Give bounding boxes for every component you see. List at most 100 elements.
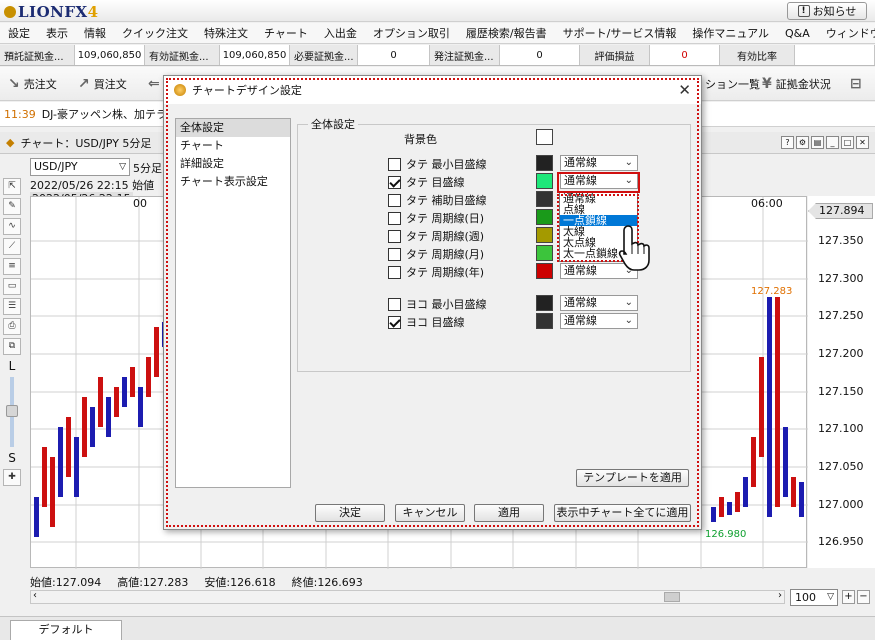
gridline-color-swatch[interactable] bbox=[536, 313, 553, 329]
gridline-setting-row: ヨコ 最小目盛線 bbox=[388, 296, 487, 312]
candle bbox=[719, 497, 724, 517]
toolbar-more-icon[interactable]: ⇐ bbox=[148, 76, 160, 92]
candle bbox=[799, 482, 804, 517]
chart-side-toolbar: ⇱ ✎ ∿ ⟋ ≡ ▭ ☰ ⎙ ⧉ L S ✚ bbox=[3, 178, 25, 508]
gridline-color-swatch[interactable] bbox=[536, 263, 553, 279]
positions-list-button[interactable]: ション一覧 bbox=[705, 76, 760, 92]
gridline-checkbox[interactable] bbox=[388, 265, 401, 279]
gridline-setting-row: タテ 周期線(月) bbox=[388, 246, 484, 262]
gridline-color-swatch[interactable] bbox=[536, 191, 553, 207]
trend-tool-icon[interactable]: ⟋ bbox=[3, 238, 21, 255]
print-icon[interactable]: ▤ bbox=[811, 136, 824, 149]
apply-all-charts-button[interactable]: 表示中チャート全てに適用 bbox=[554, 504, 691, 522]
apply-button[interactable]: 適用 bbox=[474, 504, 544, 522]
buy-order-button[interactable]: ↗ 買注文 bbox=[78, 76, 127, 92]
zoom-in-button[interactable]: + bbox=[842, 590, 855, 604]
yen-icon: ¥ bbox=[762, 76, 772, 92]
scroll-right-icon[interactable]: › bbox=[778, 590, 782, 601]
menu-item[interactable]: 入出金 bbox=[316, 25, 365, 41]
toolbar-extra-icon[interactable]: ⊟ bbox=[850, 76, 862, 92]
gridline-checkbox[interactable] bbox=[388, 297, 401, 311]
chart-tab-bar: デフォルト bbox=[0, 616, 875, 640]
scroll-left-icon[interactable]: ‹ bbox=[33, 590, 37, 601]
menu-item[interactable]: 操作マニュアル bbox=[684, 25, 777, 41]
gridline-checkbox[interactable] bbox=[388, 193, 401, 207]
notice-button[interactable]: ! お知らせ bbox=[787, 2, 867, 20]
close-icon[interactable]: ✕ bbox=[678, 81, 691, 99]
candle bbox=[98, 377, 103, 427]
apply-template-button[interactable]: テンプレートを適用 bbox=[576, 469, 689, 487]
nav-item-chart[interactable]: チャート bbox=[176, 137, 290, 155]
close-icon[interactable]: ✕ bbox=[856, 136, 869, 149]
gridline-color-swatch[interactable] bbox=[536, 155, 553, 171]
price-tick-label: 127.350 bbox=[818, 234, 864, 247]
nav-item-general[interactable]: 全体設定 bbox=[176, 119, 290, 137]
margin-status-button[interactable]: ¥ 証拠金状況 bbox=[762, 76, 831, 92]
pen-tool-icon[interactable]: ✎ bbox=[3, 198, 21, 215]
settings-icon[interactable]: ⚙ bbox=[796, 136, 809, 149]
line-style-select[interactable]: 通常線 ⌄ bbox=[560, 173, 638, 189]
qa-icon[interactable]: ? bbox=[781, 136, 794, 149]
minimize-icon[interactable]: _ bbox=[826, 136, 839, 149]
copy-tool-icon[interactable]: ⧉ bbox=[3, 338, 21, 355]
fib-tool-icon[interactable]: ≡ bbox=[3, 258, 21, 275]
print-tool-icon[interactable]: ⎙ bbox=[3, 318, 21, 335]
menu-item[interactable]: 表示 bbox=[38, 25, 76, 41]
chart-hscrollbar[interactable]: ‹ › bbox=[30, 590, 785, 604]
gridline-color-swatch[interactable] bbox=[536, 209, 553, 225]
indicator-tool-icon[interactable]: ∿ bbox=[3, 218, 21, 235]
candle bbox=[106, 397, 111, 437]
cursor-tool-icon[interactable]: ⇱ bbox=[3, 178, 21, 195]
menu-item[interactable]: 情報 bbox=[76, 25, 114, 41]
acct-label: 評価損益 bbox=[580, 45, 650, 65]
ok-button[interactable]: 決定 bbox=[315, 504, 385, 522]
gridline-color-swatch[interactable] bbox=[536, 227, 553, 243]
gridline-checkbox[interactable] bbox=[388, 157, 401, 171]
line-style-select[interactable]: 通常線 ⌄ bbox=[560, 155, 638, 171]
menu-item[interactable]: オプション取引 bbox=[365, 25, 458, 41]
scroll-thumb[interactable] bbox=[664, 592, 680, 602]
list-tool-icon[interactable]: ☰ bbox=[3, 298, 21, 315]
nav-item-display[interactable]: チャート表示設定 bbox=[176, 173, 290, 191]
candle bbox=[138, 387, 143, 427]
gridline-color-swatch[interactable] bbox=[536, 245, 553, 261]
symbol-select[interactable]: USD/JPY ▽ bbox=[30, 158, 130, 176]
acct-label: 有効証拠金... bbox=[145, 45, 220, 65]
gridline-checkbox[interactable] bbox=[388, 247, 401, 261]
cancel-button[interactable]: キャンセル bbox=[395, 504, 465, 522]
time-label: 06:00 bbox=[751, 197, 783, 210]
gridline-color-swatch[interactable] bbox=[536, 295, 553, 311]
candle bbox=[783, 427, 788, 497]
menu-item[interactable]: 特殊注文 bbox=[196, 25, 256, 41]
maximize-icon[interactable]: □ bbox=[841, 136, 854, 149]
menu-item[interactable]: クイック注文 bbox=[114, 25, 196, 41]
gridline-checkbox[interactable] bbox=[388, 211, 401, 225]
menu-item[interactable]: Q&A bbox=[777, 27, 818, 40]
zoom-slider[interactable] bbox=[6, 377, 18, 447]
dialog-title-bar: チャートデザイン設定 ✕ bbox=[164, 76, 701, 104]
gridline-checkbox[interactable] bbox=[388, 229, 401, 243]
menu-item[interactable]: 設定 bbox=[0, 25, 38, 41]
menu-item[interactable]: チャート bbox=[256, 25, 316, 41]
menu-item[interactable]: ウィンドウ bbox=[818, 25, 875, 41]
candle bbox=[90, 407, 95, 447]
gridline-checkbox[interactable] bbox=[388, 315, 401, 329]
menu-bar: 設定 表示 情報 クイック注文 特殊注文 チャート 入出金 オプション取引 履歴検索/報告書 サポ… bbox=[0, 23, 875, 44]
nav-item-detail[interactable]: 詳細設定 bbox=[176, 155, 290, 173]
background-color-swatch[interactable] bbox=[536, 129, 553, 145]
menu-item[interactable]: サポート/サービス情報 bbox=[555, 25, 685, 41]
gridline-color-swatch[interactable] bbox=[536, 173, 553, 189]
period-select[interactable]: 5分足 bbox=[133, 160, 162, 176]
zoom-out-button[interactable]: − bbox=[857, 590, 870, 604]
line-style-select[interactable]: 通常線 ⌄ bbox=[560, 295, 638, 311]
layout-tool-icon[interactable]: ▭ bbox=[3, 278, 21, 295]
zoom-level-select[interactable]: 100 ▽ bbox=[790, 589, 838, 606]
line-style-select[interactable]: 通常線 ⌄ bbox=[560, 313, 638, 329]
crosshair-icon[interactable]: ✚ bbox=[3, 469, 21, 486]
gridline-setting-row: タテ 周期線(週) bbox=[388, 228, 484, 244]
zoom-slider-thumb[interactable] bbox=[6, 405, 18, 417]
tab-default[interactable]: デフォルト bbox=[10, 620, 122, 640]
gridline-checkbox[interactable] bbox=[388, 175, 401, 189]
sell-order-button[interactable]: ↘ 売注文 bbox=[8, 76, 57, 92]
menu-item[interactable]: 履歴検索/報告書 bbox=[458, 25, 555, 41]
